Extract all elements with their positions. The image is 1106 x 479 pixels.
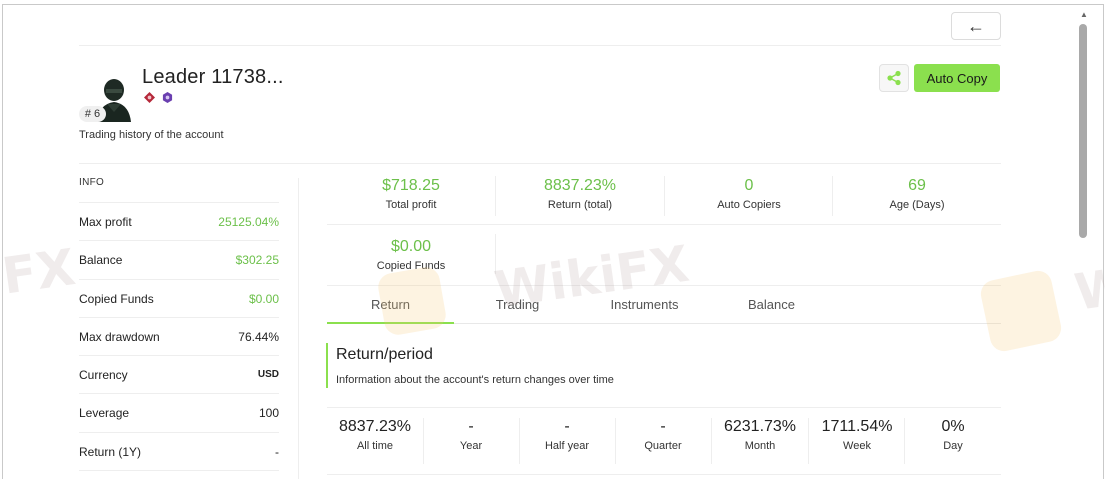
stat-value: 69 [908, 177, 926, 194]
info-row-max-drawdown: Max drawdown 76.44% [79, 317, 279, 355]
profile-subtitle: Trading history of the account [79, 129, 224, 141]
info-value: $0.00 [248, 291, 279, 306]
stat-age-days: 69 Age (Days) [834, 177, 1000, 211]
info-label: Currency [79, 367, 128, 382]
info-row-return-1y: Return (1Y) - [79, 432, 279, 470]
divider [495, 176, 496, 216]
stat-label: Total profit [385, 199, 437, 211]
info-label: Leverage [79, 405, 130, 420]
level-badge-icon [162, 92, 173, 103]
period-year: - Year [423, 418, 519, 452]
period-label: Year [459, 440, 483, 452]
period-label: Week [843, 440, 871, 452]
period-quarter: - Quarter [615, 418, 711, 452]
stat-label: Auto Copiers [717, 199, 781, 211]
info-row-copied-funds: Copied Funds $0.00 [79, 279, 279, 317]
info-value: - [275, 444, 279, 459]
section-title: Return/period [336, 346, 433, 363]
stat-label: Age (Days) [889, 199, 945, 211]
achievement-badge-icon [144, 92, 155, 103]
rank-badge: # 6 [79, 106, 106, 122]
stat-value: $718.25 [382, 177, 440, 194]
divider [832, 176, 833, 216]
info-row-currency: Currency USD [79, 355, 279, 393]
section-description: Information about the account's return c… [336, 374, 614, 386]
info-label: Balance [79, 252, 123, 267]
tab-trading[interactable]: Trading [454, 297, 581, 312]
info-value: 25125.04% [218, 214, 279, 229]
info-value: 76.44% [238, 329, 279, 344]
tab-balance[interactable]: Balance [708, 297, 835, 312]
arrow-left-icon: ← [967, 15, 985, 36]
tab-instruments[interactable]: Instruments [581, 297, 708, 312]
period-label: All time [356, 440, 394, 452]
stat-return-total: 8837.23% Return (total) [497, 177, 663, 211]
auto-copy-button[interactable]: Auto Copy [914, 64, 1000, 92]
column-divider [298, 178, 299, 479]
info-row-balance: Balance $302.25 [79, 240, 279, 278]
stat-value: 0 [744, 177, 754, 194]
stat-copied-funds: $0.00 Copied Funds [328, 238, 494, 272]
period-label: Month [744, 440, 776, 452]
period-label: Day [943, 440, 963, 452]
period-value: 8837.23% [338, 418, 412, 435]
divider [495, 234, 496, 274]
info-value: USD [257, 369, 279, 380]
account-name: Leader 11738... [142, 66, 284, 88]
tab-return[interactable]: Return [327, 297, 454, 312]
info-row-leverage: Leverage 100 [79, 393, 279, 431]
stat-value: $0.00 [390, 238, 432, 255]
period-day: 0% Day [905, 418, 1001, 452]
scroll-up-arrow-icon[interactable]: ▲ [1079, 10, 1089, 20]
divider [79, 470, 279, 471]
period-value: 1711.54% [821, 418, 893, 435]
scrollbar-thumb[interactable] [1079, 24, 1087, 238]
share-button[interactable] [879, 64, 909, 92]
share-icon [887, 70, 901, 86]
period-month: 6231.73% Month [712, 418, 808, 452]
period-label: Quarter [644, 440, 682, 452]
info-label: Max profit [79, 214, 132, 229]
stat-value: 8837.23% [543, 177, 617, 194]
divider [327, 224, 1001, 225]
info-label: Return (1Y) [79, 444, 142, 459]
back-button[interactable]: ← [951, 12, 1001, 40]
info-title: INFO [79, 177, 105, 188]
divider [327, 285, 1001, 286]
stat-label: Copied Funds [376, 260, 446, 272]
period-half-year: - Half year [519, 418, 615, 452]
stat-label: Return (total) [547, 199, 613, 211]
info-row-max-profit: Max profit 25125.04% [79, 202, 279, 240]
period-week: 1711.54% Week [809, 418, 905, 452]
divider [79, 163, 1001, 164]
period-value: - [660, 418, 666, 435]
active-tab-indicator [327, 322, 454, 324]
period-value: - [468, 418, 474, 435]
period-all-time: 8837.23% All time [327, 418, 423, 452]
stat-auto-copiers: 0 Auto Copiers [666, 177, 832, 211]
period-value: 6231.73% [723, 418, 797, 435]
section-accent-bar [326, 343, 328, 388]
divider [664, 176, 665, 216]
period-label: Half year [544, 440, 590, 452]
period-value: - [564, 418, 570, 435]
stat-total-profit: $718.25 Total profit [328, 177, 494, 211]
info-label: Max drawdown [79, 329, 160, 344]
info-value: $302.25 [235, 252, 279, 267]
info-value: 100 [258, 405, 279, 420]
period-value: 0% [941, 418, 965, 435]
divider [79, 45, 1001, 46]
info-label: Copied Funds [79, 291, 154, 306]
